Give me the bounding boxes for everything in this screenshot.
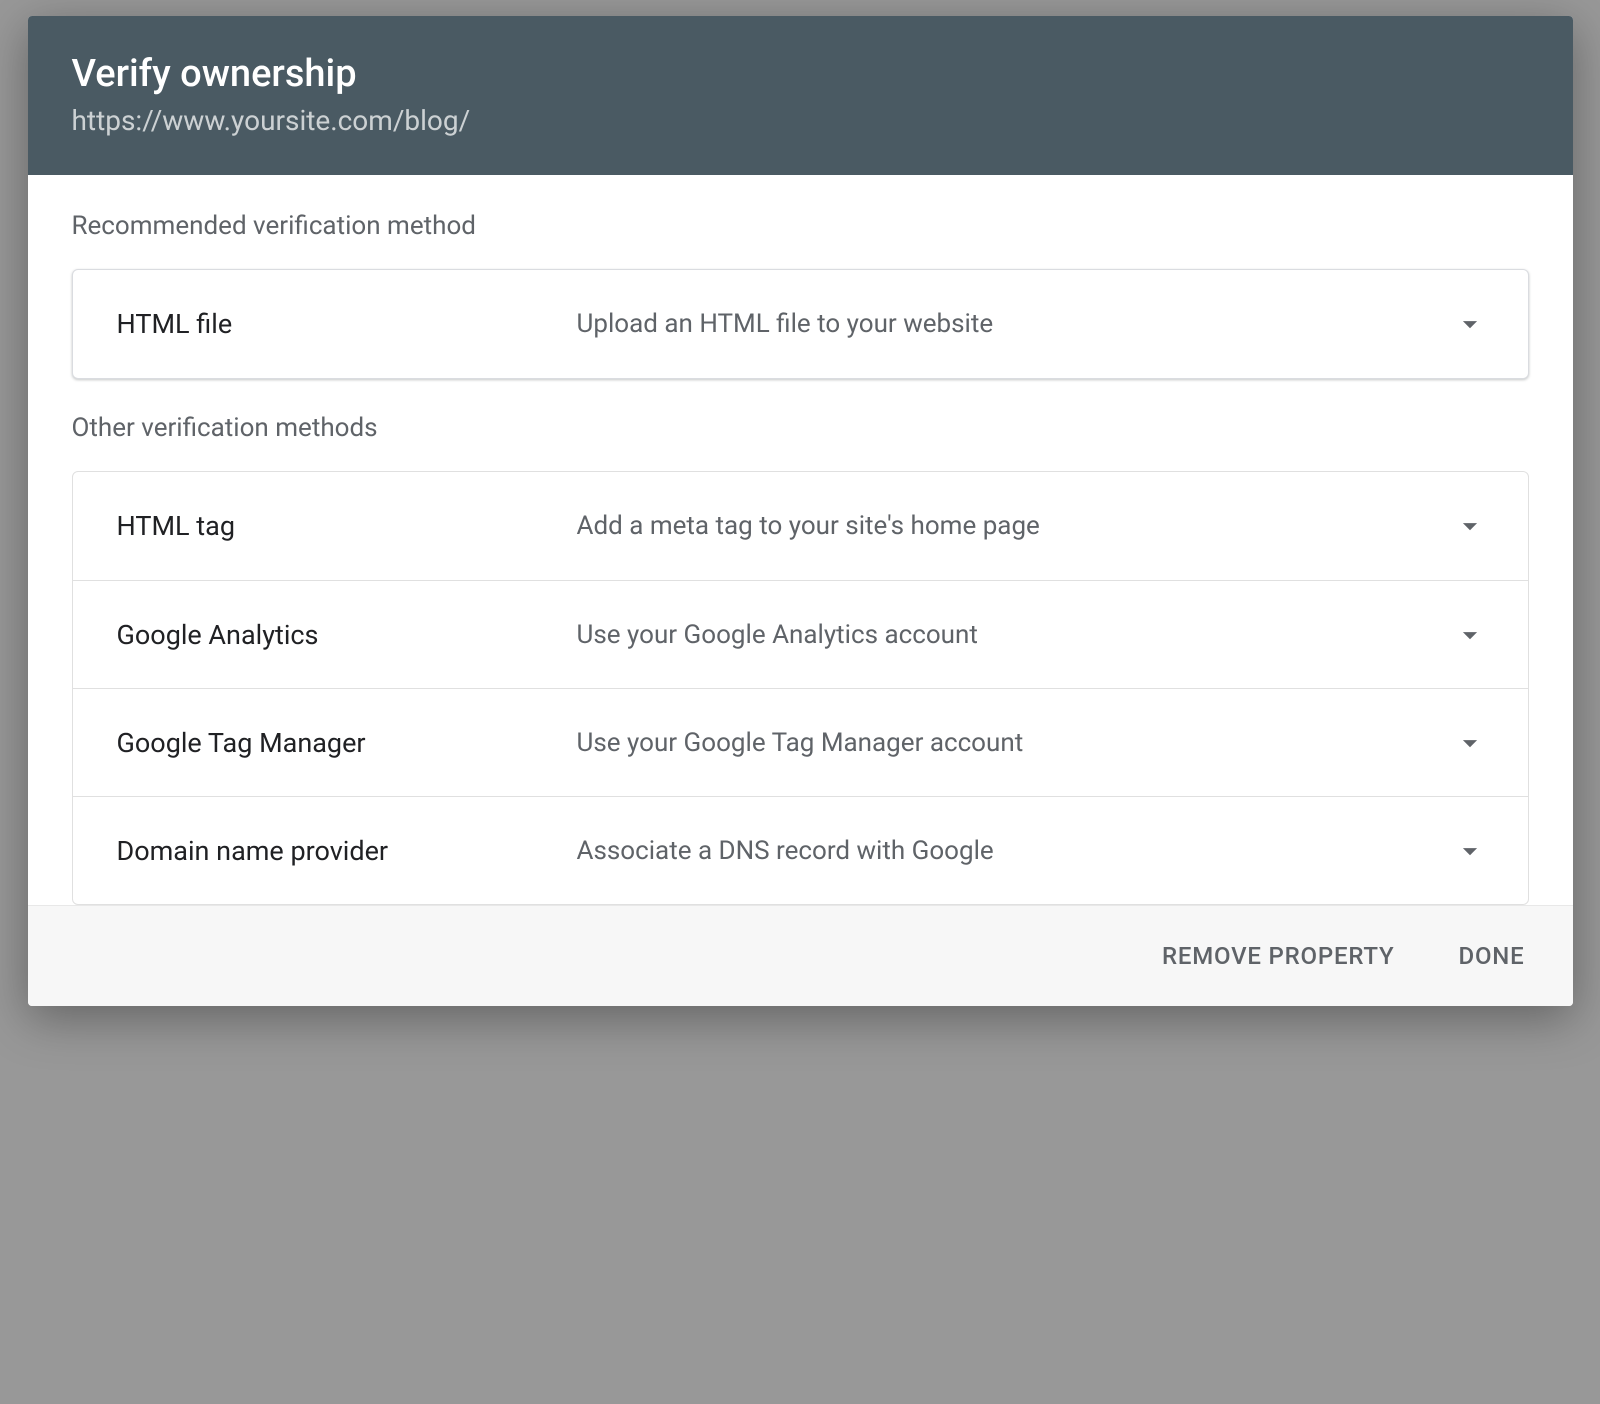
method-domain-name-provider[interactable]: Domain name provider Associate a DNS rec…	[73, 796, 1528, 904]
method-name: Google Tag Manager	[117, 727, 577, 759]
method-desc: Use your Google Tag Manager account	[577, 728, 1452, 758]
modal-backdrop: Verify ownership https://www.yoursite.co…	[0, 0, 1600, 1404]
verify-ownership-dialog: Verify ownership https://www.yoursite.co…	[28, 16, 1573, 1006]
method-google-tag-manager[interactable]: Google Tag Manager Use your Google Tag M…	[73, 688, 1528, 796]
other-methods-card: HTML tag Add a meta tag to your site's h…	[72, 471, 1529, 905]
chevron-down-icon	[1452, 725, 1488, 761]
done-button[interactable]: DONE	[1455, 934, 1529, 978]
dialog-body: Recommended verification method HTML fil…	[28, 175, 1573, 905]
recommended-method-card: HTML file Upload an HTML file to your we…	[72, 269, 1529, 379]
dialog-header: Verify ownership https://www.yoursite.co…	[28, 16, 1573, 175]
remove-property-button[interactable]: REMOVE PROPERTY	[1158, 934, 1399, 978]
method-desc: Associate a DNS record with Google	[577, 836, 1452, 866]
recommended-label: Recommended verification method	[72, 211, 1529, 241]
method-google-analytics[interactable]: Google Analytics Use your Google Analyti…	[73, 580, 1528, 688]
method-name: Domain name provider	[117, 835, 577, 867]
chevron-down-icon	[1452, 508, 1488, 544]
method-desc: Add a meta tag to your site's home page	[577, 511, 1452, 541]
chevron-down-icon	[1452, 617, 1488, 653]
method-desc: Upload an HTML file to your website	[577, 309, 1452, 339]
method-name: Google Analytics	[117, 619, 577, 651]
dialog-title: Verify ownership	[72, 52, 1529, 96]
other-methods-label: Other verification methods	[72, 413, 1529, 443]
method-html-file[interactable]: HTML file Upload an HTML file to your we…	[73, 270, 1528, 378]
method-html-tag[interactable]: HTML tag Add a meta tag to your site's h…	[73, 472, 1528, 580]
dialog-footer: REMOVE PROPERTY DONE	[28, 905, 1573, 1006]
chevron-down-icon	[1452, 306, 1488, 342]
method-name: HTML file	[117, 308, 577, 340]
dialog-subtitle: https://www.yoursite.com/blog/	[72, 104, 1529, 137]
method-name: HTML tag	[117, 510, 577, 542]
method-desc: Use your Google Analytics account	[577, 620, 1452, 650]
chevron-down-icon	[1452, 833, 1488, 869]
